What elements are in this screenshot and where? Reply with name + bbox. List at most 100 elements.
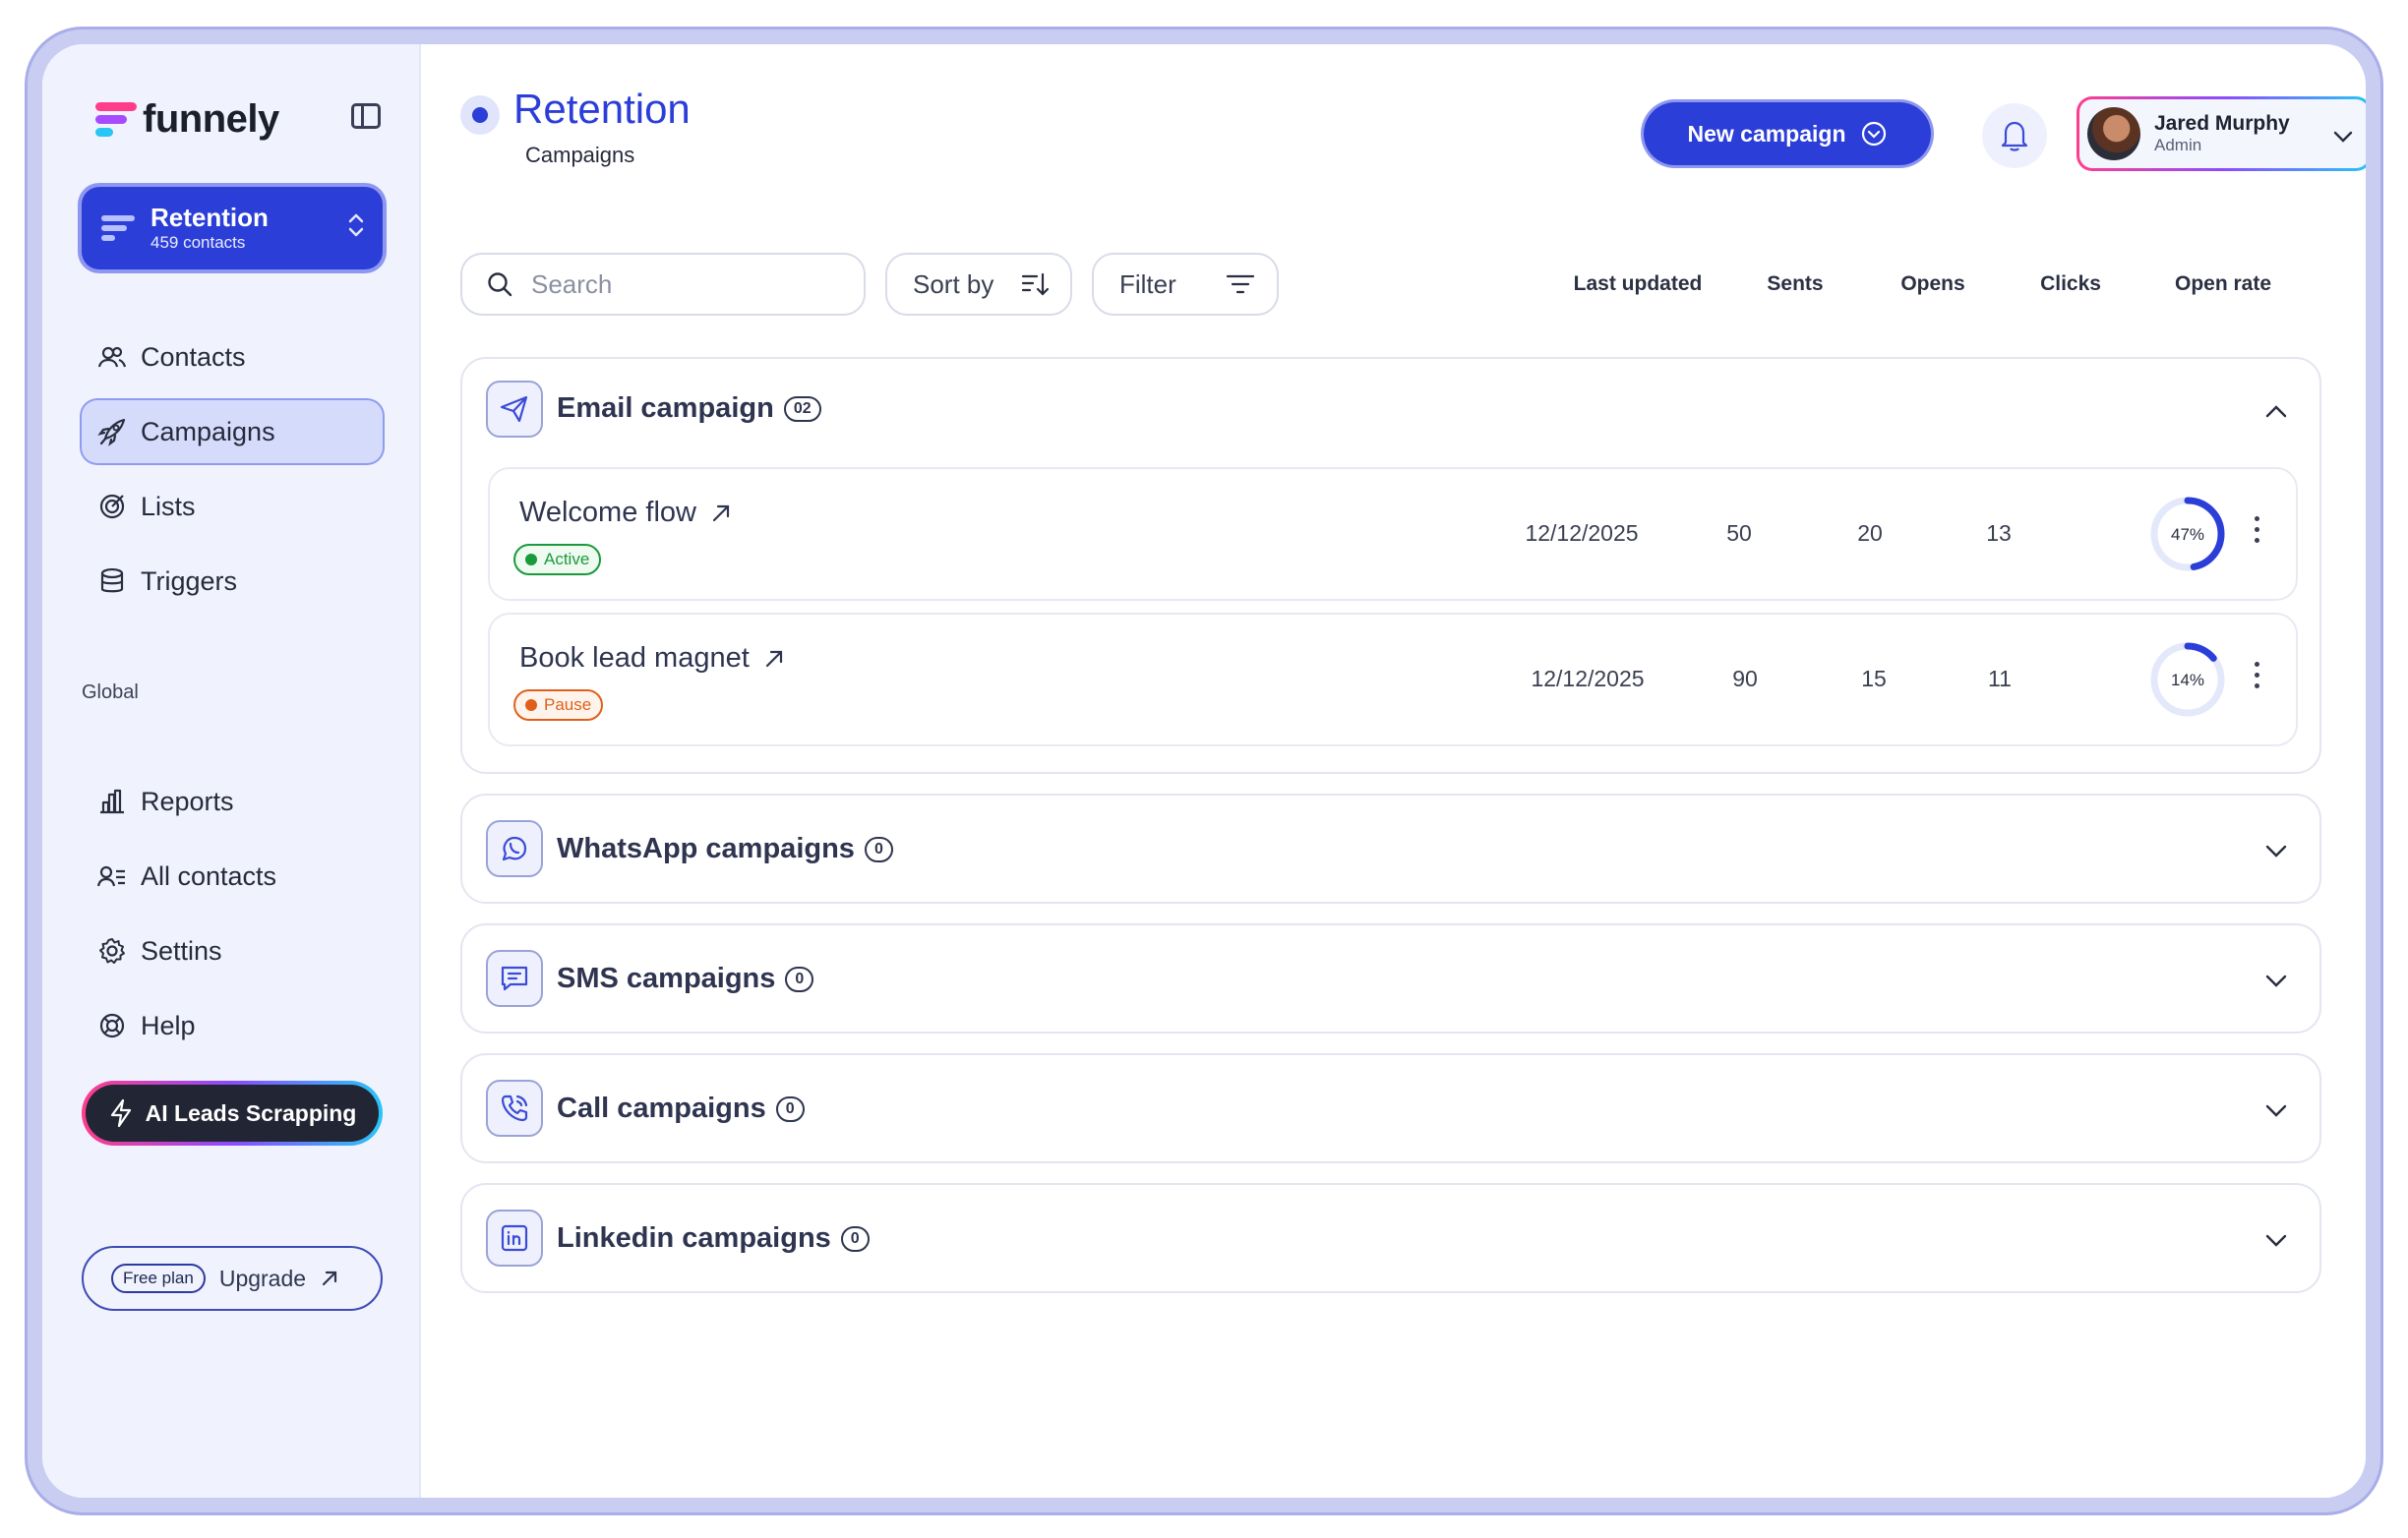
new-campaign-button[interactable]: New campaign (1644, 102, 1931, 165)
campaign-name: Book lead magnet (519, 642, 750, 674)
arrow-up-right-icon (712, 504, 730, 521)
rocket-icon (97, 418, 126, 446)
chevron-down-icon[interactable] (2262, 1226, 2290, 1254)
sidebar-item-label: Contacts (141, 341, 246, 372)
call-campaign-group[interactable]: Call campaigns 0 (460, 1053, 2321, 1163)
sidebar-item-label: Triggers (141, 565, 238, 596)
target-icon (99, 494, 125, 519)
contacts-list-icon (97, 865, 125, 887)
page-title: Retention (513, 86, 691, 132)
upgrade-button[interactable]: Free plan Upgrade (82, 1246, 383, 1311)
sidebar-item-help[interactable]: Help (82, 994, 383, 1057)
campaign-name-link[interactable]: Welcome flow (519, 497, 732, 529)
search-icon (488, 272, 512, 297)
database-icon (100, 567, 124, 593)
opens-cell: 15 (1861, 666, 1887, 691)
arrow-up-right-icon (765, 650, 782, 667)
sidebar-item-label: Lists (141, 491, 196, 521)
sidebar-item-lists[interactable]: Lists (82, 475, 383, 538)
lifebuoy-icon (99, 1013, 125, 1038)
group-title[interactable]: Email campaign 02 (557, 392, 821, 425)
arrow-up-right-icon (322, 1271, 337, 1286)
funnel-logo-icon (95, 100, 137, 140)
sidebar-item-campaigns[interactable]: Campaigns (82, 400, 383, 463)
linkedin-icon (486, 1210, 543, 1267)
whatsapp-campaign-group[interactable]: WhatsApp campaigns 0 (460, 794, 2321, 904)
group-title-label: SMS campaigns (557, 963, 776, 994)
group-count-badge: 0 (864, 836, 893, 862)
group-count-badge: 0 (840, 1225, 870, 1252)
group-title: Linkedin campaigns 0 (557, 1222, 870, 1255)
group-title: SMS campaigns 0 (557, 963, 814, 995)
campaign-row[interactable]: Welcome flow Active 12/12/2025 50 20 13 … (488, 467, 2298, 601)
sort-by-label: Sort by (913, 268, 994, 299)
lightning-icon (110, 1098, 131, 1128)
workspace-switcher[interactable]: Retention 459 contacts (82, 187, 383, 269)
group-title-label: Email campaign (557, 392, 774, 424)
workspace-subtitle: 459 contacts (150, 233, 246, 252)
chevron-up-icon[interactable] (2262, 398, 2290, 426)
users-icon (97, 346, 127, 368)
workspace-title: Retention (150, 203, 269, 232)
sidebar-item-label: All contacts (141, 860, 277, 891)
ai-leads-scrapping-button[interactable]: AI Leads Scrapping (82, 1081, 383, 1146)
linkedin-campaign-group[interactable]: Linkedin campaigns 0 (460, 1183, 2321, 1293)
sents-cell: 90 (1732, 666, 1758, 691)
gear-icon (99, 938, 125, 964)
chevron-down-icon (2333, 131, 2353, 143)
app-inner: funnely Retention 459 contacts Contacts … (42, 44, 2366, 1498)
column-opens[interactable]: Opens (1879, 272, 1987, 296)
sort-by-button[interactable]: Sort by (885, 253, 1072, 316)
notifications-button[interactable] (1982, 103, 2047, 168)
open-rate-label: 47% (2171, 525, 2204, 544)
user-role: Admin (2154, 136, 2202, 154)
column-sents[interactable]: Sents (1741, 272, 1849, 296)
chevron-down-icon[interactable] (2262, 967, 2290, 994)
sidebar-item-label: Campaigns (141, 416, 275, 446)
chevron-updown-icon (347, 210, 365, 242)
bar-chart-icon (100, 789, 124, 814)
status-badge: Pause (513, 689, 604, 721)
sidebar-item-settings[interactable]: Settins (82, 919, 383, 982)
chevron-circle-icon (1861, 121, 1886, 147)
more-options-icon[interactable] (2255, 662, 2260, 695)
column-clicks[interactable]: Clicks (2017, 272, 2125, 296)
send-icon (486, 381, 543, 438)
phone-icon (486, 1080, 543, 1137)
open-rate-gauge: 14% (2150, 642, 2225, 717)
user-menu[interactable]: Jared Murphy Admin (2077, 96, 2366, 171)
search-field[interactable]: Search (460, 253, 866, 316)
last-updated-cell: 12/12/2025 (1525, 520, 1639, 546)
chevron-down-icon[interactable] (2262, 837, 2290, 864)
campaign-name-link[interactable]: Book lead magnet (519, 642, 785, 675)
opens-cell: 20 (1857, 520, 1883, 546)
logo[interactable]: funnely (95, 97, 279, 142)
column-last-updated[interactable]: Last updated (1564, 272, 1712, 296)
filter-label: Filter (1119, 268, 1176, 299)
campaign-row[interactable]: Book lead magnet Pause 12/12/2025 90 15 … (488, 613, 2298, 746)
sidebar: funnely Retention 459 contacts Contacts … (42, 44, 421, 1498)
whatsapp-icon (486, 820, 543, 877)
column-open-rate[interactable]: Open rate (2154, 272, 2292, 296)
sms-campaign-group[interactable]: SMS campaigns 0 (460, 923, 2321, 1034)
sidebar-item-label: Reports (141, 786, 234, 816)
clicks-cell: 11 (1988, 666, 2012, 691)
group-count-badge: 0 (785, 966, 814, 992)
sidebar-item-all-contacts[interactable]: All contacts (82, 845, 383, 908)
open-rate-label: 14% (2171, 671, 2204, 689)
more-options-icon[interactable] (2255, 516, 2260, 550)
global-section-label: Global (82, 681, 139, 703)
last-updated-cell: 12/12/2025 (1531, 666, 1645, 691)
sidebar-item-reports[interactable]: Reports (82, 770, 383, 833)
message-icon (486, 950, 543, 1007)
bell-icon (2001, 121, 2028, 151)
sidebar-item-contacts[interactable]: Contacts (82, 325, 383, 388)
filter-button[interactable]: Filter (1092, 253, 1279, 316)
sidebar-toggle-icon[interactable] (351, 103, 381, 129)
free-plan-badge: Free plan (111, 1264, 206, 1293)
chevron-down-icon[interactable] (2262, 1096, 2290, 1124)
sidebar-item-triggers[interactable]: Triggers (82, 550, 383, 613)
campaign-name: Welcome flow (519, 497, 696, 528)
new-campaign-label: New campaign (1687, 120, 1846, 147)
group-count-badge: 0 (775, 1095, 805, 1122)
